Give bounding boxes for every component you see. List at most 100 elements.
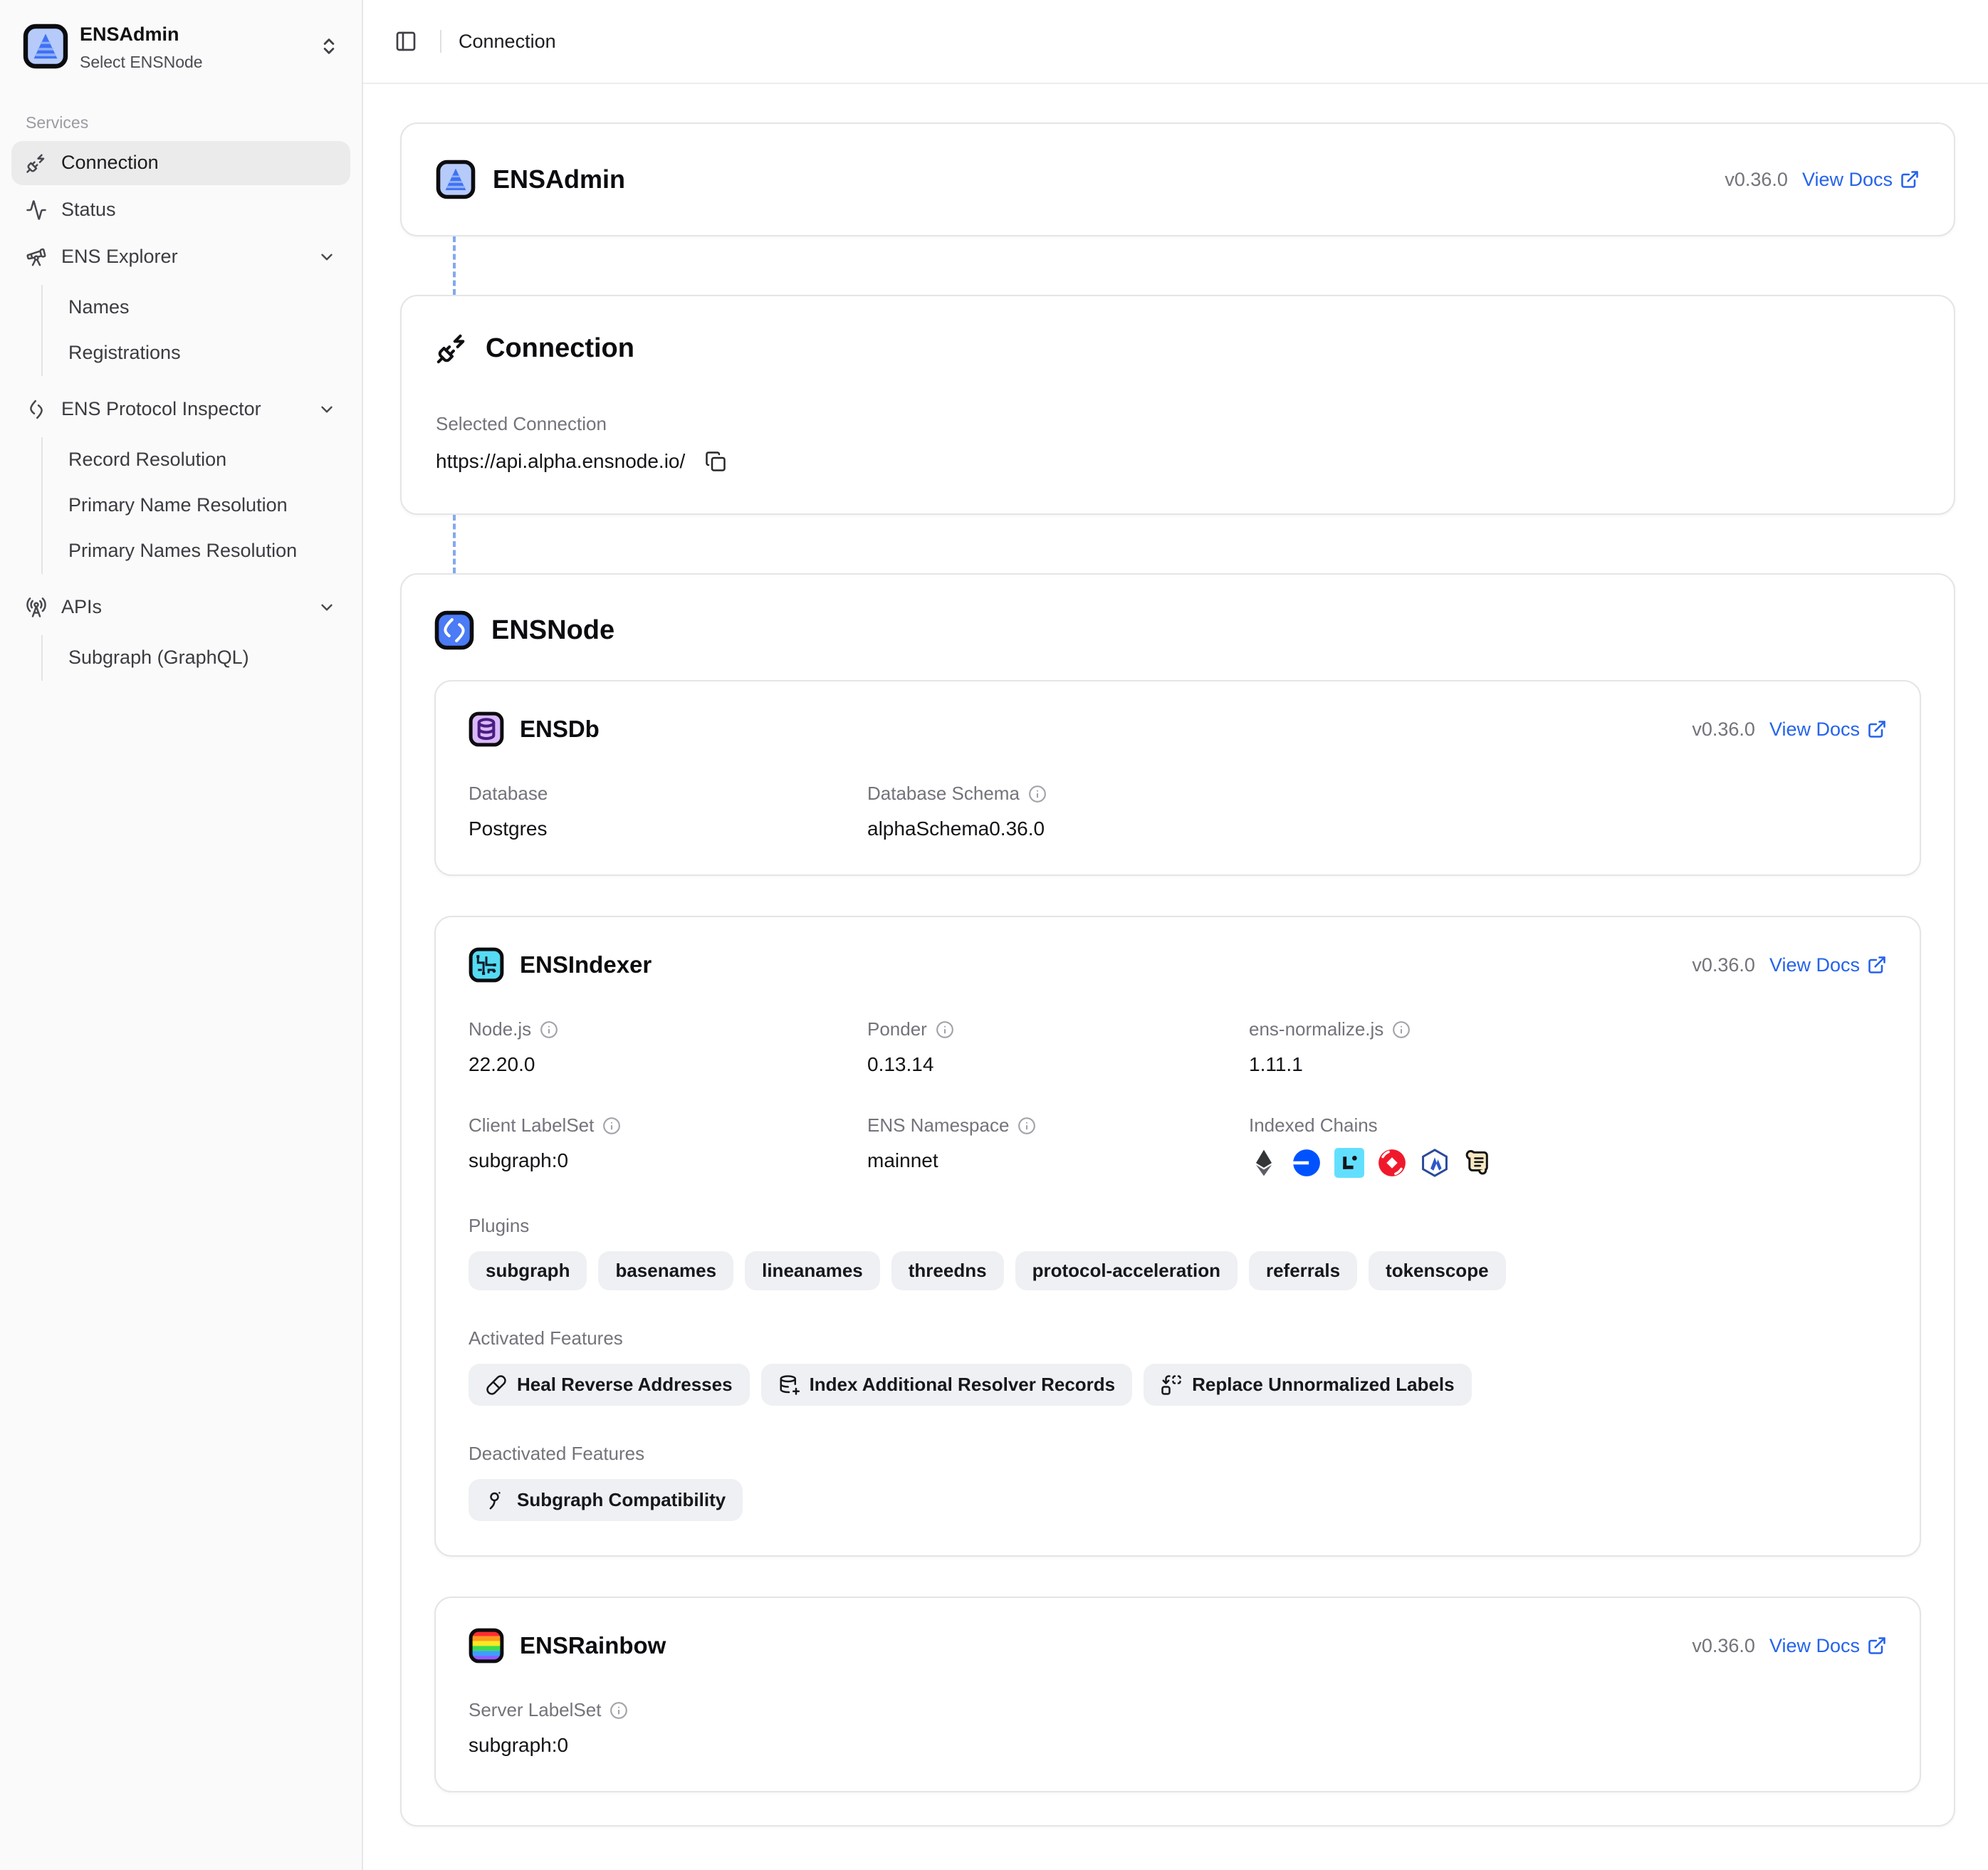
ens-normalize-field: ens-normalize.js 1.11.1 bbox=[1249, 1018, 1887, 1076]
plugin-badge: basenames bbox=[598, 1251, 733, 1290]
database-value: Postgres bbox=[469, 818, 867, 840]
ens-protocol-inspector-subitems: Record Resolution Primary Name Resolutio… bbox=[41, 437, 350, 574]
ensrainbow-card-title: ENSRainbow bbox=[520, 1632, 666, 1659]
plugin-badge: protocol-acceleration bbox=[1015, 1251, 1238, 1290]
copy-url-button[interactable] bbox=[702, 448, 729, 475]
ensnode-card-title: ENSNode bbox=[491, 615, 614, 646]
apis-subitems: Subgraph (GraphQL) bbox=[41, 635, 350, 681]
external-link-icon bbox=[1867, 719, 1887, 739]
base-chain-icon bbox=[1292, 1148, 1322, 1178]
ens-explorer-subitems: Names Registrations bbox=[41, 285, 350, 376]
arbitrum-chain-icon bbox=[1420, 1148, 1450, 1178]
linea-chain-icon bbox=[1334, 1148, 1364, 1178]
external-link-icon bbox=[1867, 955, 1887, 975]
ensdb-view-docs-link[interactable]: View Docs bbox=[1769, 719, 1887, 741]
feature-badge: Heal Reverse Addresses bbox=[469, 1364, 750, 1406]
ensnode-logo-icon bbox=[434, 610, 474, 650]
info-icon[interactable] bbox=[602, 1117, 621, 1135]
replace-icon bbox=[1161, 1374, 1182, 1396]
sidebar-item-ens-explorer[interactable]: ENS Explorer bbox=[11, 235, 350, 279]
info-icon[interactable] bbox=[610, 1701, 628, 1720]
sidebar-nav: Connection Status ENS Explorer Names bbox=[11, 141, 350, 692]
sidebar-toggle-button[interactable] bbox=[389, 24, 423, 58]
sidebar-item-names[interactable]: Names bbox=[43, 285, 350, 330]
ensadmin-card-title: ENSAdmin bbox=[493, 164, 625, 194]
ensnode-card: ENSNode ENSDb v0.36.0 bbox=[400, 573, 1955, 1827]
chevron-down-icon bbox=[318, 248, 336, 266]
selected-connection-label: Selected Connection bbox=[436, 413, 1920, 435]
ensindexer-version: v0.36.0 bbox=[1692, 954, 1755, 976]
sidebar-item-status[interactable]: Status bbox=[11, 188, 350, 232]
info-icon[interactable] bbox=[936, 1020, 954, 1039]
ens-namespace-value: mainnet bbox=[867, 1149, 1249, 1172]
sidebar-item-primary-name-resolution[interactable]: Primary Name Resolution bbox=[43, 483, 350, 528]
info-icon[interactable] bbox=[1017, 1117, 1036, 1135]
panel-left-icon bbox=[394, 30, 417, 53]
ensnode-selector[interactable]: ENSAdmin Select ENSNode bbox=[11, 11, 350, 82]
ensindexer-logo-icon bbox=[469, 947, 504, 983]
chevrons-up-down-icon bbox=[319, 36, 339, 56]
ensdb-card: ENSDb v0.36.0 View Docs Database bbox=[434, 680, 1921, 876]
plugins-section: Plugins subgraph basenames lineanames th… bbox=[469, 1215, 1887, 1290]
info-icon[interactable] bbox=[1028, 785, 1047, 803]
ensadmin-version: v0.36.0 bbox=[1725, 169, 1788, 191]
card-connector-line bbox=[453, 515, 1955, 573]
connection-url: https://api.alpha.ensnode.io/ bbox=[436, 450, 685, 473]
sidebar: ENSAdmin Select ENSNode Services Connect… bbox=[0, 0, 363, 1870]
plugin-badge: tokenscope bbox=[1369, 1251, 1506, 1290]
connection-card: Connection Selected Connection https://a… bbox=[400, 295, 1955, 515]
ensdb-version: v0.36.0 bbox=[1692, 719, 1755, 741]
sidebar-item-registrations[interactable]: Registrations bbox=[43, 330, 350, 376]
database-schema-value: alphaSchema0.36.0 bbox=[867, 818, 1249, 840]
sidebar-item-ens-protocol-inspector[interactable]: ENS Protocol Inspector bbox=[11, 387, 350, 432]
topbar: Connection bbox=[363, 0, 1988, 84]
ensindexer-view-docs-link[interactable]: View Docs bbox=[1769, 954, 1887, 976]
ensrainbow-logo-icon bbox=[469, 1628, 504, 1663]
ens-mark-icon bbox=[26, 399, 47, 420]
server-labelset-field: Server LabelSet subgraph:0 bbox=[469, 1699, 1887, 1757]
card-connector-line bbox=[453, 236, 1955, 295]
server-labelset-value: subgraph:0 bbox=[469, 1734, 1887, 1757]
sidebar-item-record-resolution[interactable]: Record Resolution bbox=[43, 437, 350, 483]
bandage-icon bbox=[486, 1374, 507, 1396]
connection-card-title: Connection bbox=[486, 333, 634, 364]
info-icon[interactable] bbox=[540, 1020, 558, 1039]
ponder-field: Ponder 0.13.14 bbox=[867, 1018, 1249, 1076]
client-labelset-field: Client LabelSet subgraph:0 bbox=[469, 1114, 867, 1178]
database-plus-icon bbox=[778, 1374, 800, 1396]
sidebar-item-apis[interactable]: APIs bbox=[11, 585, 350, 630]
ensadmin-view-docs-link[interactable]: View Docs bbox=[1802, 169, 1920, 191]
info-icon[interactable] bbox=[1392, 1020, 1411, 1039]
ensrainbow-version: v0.36.0 bbox=[1692, 1635, 1755, 1657]
ponder-value: 0.13.14 bbox=[867, 1053, 1249, 1076]
plugin-badge: referrals bbox=[1249, 1251, 1357, 1290]
sidebar-item-primary-names-resolution[interactable]: Primary Names Resolution bbox=[43, 528, 350, 574]
client-labelset-value: subgraph:0 bbox=[469, 1149, 867, 1172]
activity-icon bbox=[26, 199, 47, 221]
ensadmin-card: ENSAdmin v0.36.0 View Docs bbox=[400, 122, 1955, 236]
ensrainbow-view-docs-link[interactable]: View Docs bbox=[1769, 1635, 1887, 1657]
sidebar-item-connection[interactable]: Connection bbox=[11, 141, 350, 185]
deactivated-features-label: Deactivated Features bbox=[469, 1443, 1887, 1465]
deactivated-features-section: Deactivated Features Subgraph Compatibil… bbox=[469, 1443, 1887, 1521]
indexed-chains-field: Indexed Chains bbox=[1249, 1114, 1887, 1178]
copy-icon bbox=[705, 451, 726, 472]
ensdb-card-title: ENSDb bbox=[520, 716, 600, 743]
feature-badge: Index Additional Resolver Records bbox=[761, 1364, 1133, 1406]
activated-features-section: Activated Features Heal Reverse Addresse… bbox=[469, 1327, 1887, 1406]
breadcrumb: Connection bbox=[459, 31, 556, 53]
app-root: ENSAdmin Select ENSNode Services Connect… bbox=[0, 0, 1988, 1870]
chevron-down-icon bbox=[318, 400, 336, 419]
ensdb-logo-icon bbox=[469, 711, 504, 747]
ens-namespace-field: ENS Namespace mainnet bbox=[867, 1114, 1249, 1178]
topbar-divider bbox=[440, 30, 441, 53]
telescope-icon bbox=[26, 246, 47, 268]
nodejs-value: 22.20.0 bbox=[469, 1053, 867, 1076]
activated-features-label: Activated Features bbox=[469, 1327, 1887, 1349]
ensadmin-logo-icon bbox=[23, 23, 68, 69]
sidebar-item-subgraph-graphql[interactable]: Subgraph (GraphQL) bbox=[43, 635, 350, 681]
ensindexer-card-title: ENSIndexer bbox=[520, 951, 652, 978]
ensindexer-card: ENSIndexer v0.36.0 View Docs Node. bbox=[434, 916, 1921, 1557]
plugins-label: Plugins bbox=[469, 1215, 1887, 1237]
ens-normalize-value: 1.11.1 bbox=[1249, 1053, 1887, 1076]
